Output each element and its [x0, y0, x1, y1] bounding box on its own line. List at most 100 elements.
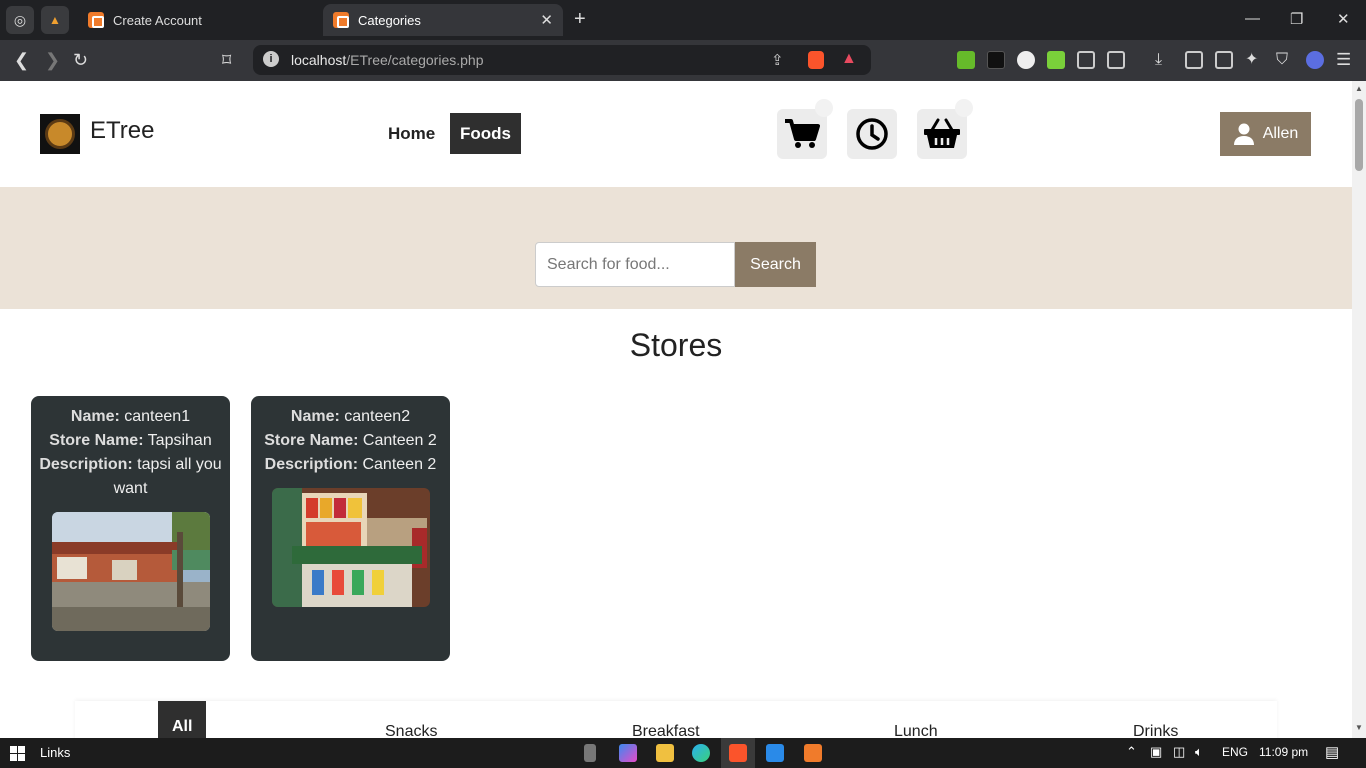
wallet-icon[interactable]	[1215, 51, 1233, 69]
history-button[interactable]	[847, 109, 897, 159]
name-label: Name:	[70, 408, 120, 425]
tab-create-account[interactable]: Create Account	[78, 4, 314, 36]
search-input[interactable]	[535, 242, 735, 287]
name-label: Name:	[290, 408, 340, 425]
tab-title: Categories	[358, 12, 421, 28]
windows-start-icon[interactable]	[10, 746, 25, 761]
extension-stripe-icon[interactable]	[1306, 51, 1324, 69]
bookmark-icon[interactable]: ⌑	[222, 50, 231, 70]
language-indicator[interactable]: ENG	[1222, 745, 1248, 759]
vscode-icon[interactable]	[766, 744, 784, 762]
search-hero: Search	[0, 187, 1352, 309]
stores-heading: Stores	[629, 327, 723, 363]
reload-icon[interactable]: ↻	[73, 50, 88, 70]
store-photo	[51, 512, 210, 631]
store-name-label: Store Name:	[264, 432, 359, 449]
user-menu-button[interactable]: Allen	[1220, 112, 1311, 156]
pinned-tab-icon[interactable]: ▲	[41, 6, 69, 34]
xampp-icon	[333, 12, 349, 28]
edge-icon[interactable]	[692, 744, 710, 762]
url-path: /ETree/categories.php	[346, 52, 484, 68]
download-icon[interactable]: ⤓	[1155, 50, 1162, 70]
extensions-puzzle-icon[interactable]	[1077, 51, 1095, 69]
cart-icon	[785, 119, 820, 148]
store-name-value: Canteen 2	[362, 432, 437, 449]
scrollbar-thumb[interactable]	[1355, 99, 1363, 171]
extension-game-icon[interactable]	[1017, 51, 1035, 69]
store-owner-name: canteen2	[344, 408, 411, 425]
store-owner-name: canteen1	[124, 408, 191, 425]
volume-icon[interactable]: 🔈︎	[1195, 744, 1203, 760]
file-explorer-icon[interactable]	[656, 744, 674, 762]
brave-shield-icon[interactable]	[808, 51, 824, 69]
minimize-icon[interactable]: —	[1245, 10, 1260, 27]
nav-home[interactable]: Home	[378, 113, 445, 154]
xampp-icon	[88, 12, 104, 28]
brand-name[interactable]: ETree	[90, 117, 154, 145]
device-icon[interactable]: ▣	[1150, 744, 1162, 760]
store-name-label: Store Name:	[49, 432, 144, 449]
url-host: localhost	[291, 52, 347, 68]
tab-lunch[interactable]: Lunch	[894, 701, 938, 738]
description-label: Description:	[39, 456, 133, 473]
tab-drinks[interactable]: Drinks	[1133, 701, 1178, 738]
cart-count-badge	[815, 99, 833, 117]
leo-ai-icon[interactable]: ✦	[1245, 50, 1258, 70]
address-bar-row: ❮ ❯ ↻ ⌑ i localhost/ETree/categories.php…	[0, 40, 1366, 81]
tab-categories[interactable]: Categories ✕	[323, 4, 563, 36]
extension-dice-icon[interactable]	[1047, 51, 1065, 69]
windows-taskbar: Links ⌃ ▣ ◫ 🔈︎ ENG 11:09 pm ▤	[0, 738, 1366, 768]
tab-title: Create Account	[113, 12, 202, 28]
close-tab-icon[interactable]: ✕	[540, 11, 553, 29]
back-icon[interactable]: ❮	[14, 50, 29, 70]
nav-foods[interactable]: Foods	[450, 113, 521, 154]
basket-count-badge	[955, 99, 973, 117]
browser-tab-bar: ◎ ▲ Create Account Categories ✕ + — ❐ ✕	[0, 0, 1366, 40]
basket-button[interactable]	[917, 99, 973, 159]
user-icon	[1233, 123, 1254, 145]
extension-search-icon[interactable]	[1107, 51, 1125, 69]
vpn-shield-icon[interactable]: ⛉	[1276, 50, 1288, 70]
store-card[interactable]: Name: canteen1 Store Name: Tapsihan Desc…	[31, 396, 230, 661]
user-name: Allen	[1262, 125, 1299, 142]
notifications-icon[interactable]: ▤	[1325, 743, 1339, 761]
tab-snacks[interactable]: Snacks	[385, 701, 437, 738]
clock-icon	[856, 118, 888, 150]
site-logo[interactable]	[40, 114, 80, 154]
tab-all[interactable]: All	[158, 701, 207, 738]
forward-icon[interactable]: ❯	[45, 50, 60, 70]
url-field[interactable]: i localhost/ETree/categories.php ⇪ ▲	[253, 45, 871, 75]
site-header: ETree Home Foods Allen	[0, 81, 1352, 187]
store-description: Canteen 2	[362, 456, 437, 473]
store-card[interactable]: Name: canteen2 Store Name: Canteen 2 Des…	[251, 396, 450, 661]
chevron-up-icon[interactable]: ⌃	[1126, 744, 1137, 760]
copilot-icon[interactable]	[619, 744, 637, 762]
extension-terminal-icon[interactable]	[987, 51, 1005, 69]
info-icon[interactable]: i	[263, 51, 279, 67]
page-scrollbar[interactable]: ▲ ▼	[1352, 81, 1366, 738]
network-icon[interactable]: ◫	[1173, 744, 1185, 760]
description-label: Description:	[264, 456, 359, 473]
menu-icon[interactable]: ☰	[1336, 50, 1351, 70]
speaker-app-icon[interactable]	[584, 744, 596, 762]
store-photo	[271, 488, 430, 607]
brave-taskbar-icon[interactable]	[729, 744, 747, 762]
search-button[interactable]: Search	[735, 242, 816, 287]
extension-chart-icon[interactable]	[957, 51, 975, 69]
share-icon[interactable]: ⇪	[771, 51, 784, 69]
sidebar-icon[interactable]	[1185, 51, 1203, 69]
close-window-icon[interactable]: ✕	[1337, 10, 1350, 28]
globe-icon[interactable]: ◎	[6, 6, 34, 34]
store-name-value: Tapsihan	[147, 432, 212, 449]
cart-button[interactable]	[777, 99, 833, 159]
tab-breakfast[interactable]: Breakfast	[632, 701, 700, 738]
page-content: ETree Home Foods Allen Search for food..…	[0, 81, 1352, 738]
category-tabs: All Snacks Breakfast Lunch Drinks	[75, 701, 1277, 738]
new-tab-button[interactable]: +	[574, 9, 586, 29]
xampp-taskbar-icon[interactable]	[804, 744, 822, 762]
brave-rewards-icon[interactable]: ▲	[841, 50, 857, 68]
basket-icon	[924, 118, 960, 148]
restore-icon[interactable]: ❐	[1290, 10, 1303, 28]
clock[interactable]: 11:09 pm	[1259, 745, 1308, 759]
taskbar-links[interactable]: Links	[40, 745, 70, 760]
